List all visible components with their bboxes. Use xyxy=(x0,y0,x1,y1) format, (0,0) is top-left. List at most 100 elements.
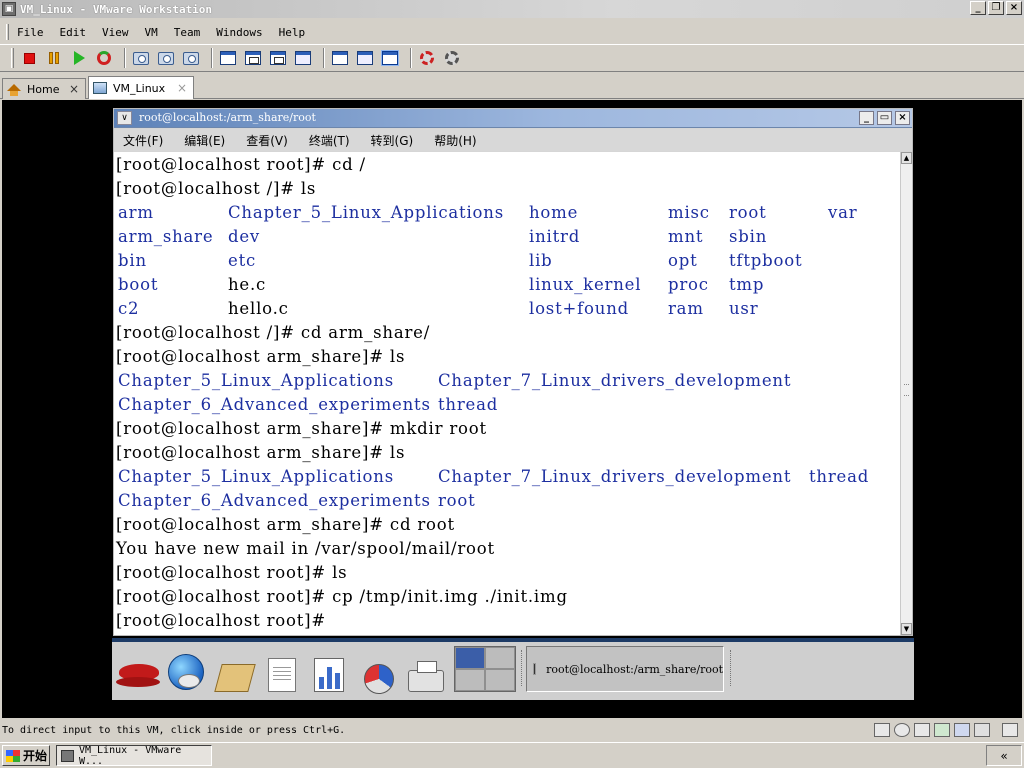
tab-vm-linux-close-icon[interactable]: × xyxy=(177,81,187,95)
snapshot-icon[interactable] xyxy=(131,48,151,68)
terminal-menu-help[interactable]: 帮助(H) xyxy=(434,132,476,149)
network-icon[interactable] xyxy=(934,723,950,737)
window-menu-button[interactable]: ∨ xyxy=(117,111,132,125)
taskbar-item-vmware[interactable]: VM_Linux - VMware W... xyxy=(56,745,212,767)
terminal-maximize-button[interactable]: ▭ xyxy=(877,111,892,125)
terminal-menu-go[interactable]: 转到(G) xyxy=(371,132,414,149)
tab-home-label: Home xyxy=(27,82,60,96)
terminal-text: usr xyxy=(729,299,759,318)
terminal-text: initrd xyxy=(529,227,581,246)
terminal-menu-edit[interactable]: 编辑(E) xyxy=(184,132,225,149)
summary-view-icon[interactable] xyxy=(355,48,375,68)
terminal-text: [root@localhost root]# xyxy=(116,611,333,630)
panel-grip[interactable] xyxy=(521,650,524,686)
menubar-grip[interactable] xyxy=(6,24,9,40)
workspace-switcher[interactable] xyxy=(454,646,516,692)
task-button-terminal[interactable]: root@localhost:/arm_share/root xyxy=(526,646,724,692)
window-controls: _ ❐ × xyxy=(970,1,1022,15)
task-button-label: root@localhost:/arm_share/root xyxy=(546,662,723,676)
scroll-up-arrow-icon[interactable]: ▲ xyxy=(901,152,912,164)
scroll-down-arrow-icon[interactable]: ▼ xyxy=(901,623,912,635)
tab-vm-linux[interactable]: VM_Linux × xyxy=(88,76,194,99)
message-log-icon[interactable] xyxy=(1002,723,1018,737)
sound-icon[interactable] xyxy=(974,723,990,737)
terminal-line: [root@localhost arm_share]# ls xyxy=(116,345,900,369)
usb-icon[interactable] xyxy=(954,723,970,737)
scrollbar-thumb[interactable] xyxy=(904,384,909,396)
revert-snapshot-icon[interactable] xyxy=(156,48,176,68)
tray-expand-button[interactable]: « xyxy=(986,745,1022,766)
toolbar-grip[interactable] xyxy=(11,48,14,68)
spreadsheet-icon[interactable] xyxy=(308,650,352,694)
toolbar-separator xyxy=(211,48,213,68)
menu-team[interactable]: Team xyxy=(174,26,201,39)
menu-edit[interactable]: Edit xyxy=(60,26,87,39)
terminal-close-button[interactable]: × xyxy=(895,111,910,125)
status-bar: To direct input to this VM, click inside… xyxy=(0,720,1024,740)
terminal-titlebar[interactable]: ∨ root@localhost:/arm_share/root _ ▭ × xyxy=(114,109,912,128)
pause-icon[interactable] xyxy=(44,48,64,68)
close-button[interactable]: × xyxy=(1006,1,1022,15)
terminal-window[interactable]: ∨ root@localhost:/arm_share/root _ ▭ × 文… xyxy=(113,108,913,636)
stop-icon[interactable] xyxy=(19,48,39,68)
workspace-4[interactable] xyxy=(486,670,514,690)
tab-home[interactable]: Home × xyxy=(2,78,86,99)
terminal-line: Chapter_6_Advanced_experiments thread xyxy=(116,393,900,417)
vmware-titlebar[interactable]: ▣ VM_Linux - VMware Workstation _ ❐ × xyxy=(0,0,1024,18)
quick-switch-icon[interactable] xyxy=(293,48,313,68)
terminal-line: [root@localhost root]# ls xyxy=(116,561,900,585)
floppy-icon[interactable] xyxy=(914,723,930,737)
terminal-line: [root@localhost arm_share]# mkdir root xyxy=(116,417,900,441)
terminal-text: hello.c xyxy=(228,299,289,318)
terminal-text: [root@localhost arm_share]# ls xyxy=(116,443,406,462)
terminal-output[interactable]: [root@localhost root]# cd / [root@localho… xyxy=(114,152,900,635)
normal-view-icon[interactable] xyxy=(218,48,238,68)
writer-icon[interactable] xyxy=(260,650,304,694)
terminal-text: [root@localhost root]# cd / xyxy=(116,155,366,174)
menu-vm[interactable]: VM xyxy=(145,26,158,39)
web-browser-icon[interactable] xyxy=(164,650,208,694)
terminal-text: dev xyxy=(228,227,261,246)
terminal-text: Chapter_7_Linux_drivers_development xyxy=(438,467,792,486)
cd-rom-icon[interactable] xyxy=(894,723,910,737)
team-settings-icon[interactable] xyxy=(442,48,462,68)
terminal-text: mnt xyxy=(668,227,704,246)
hard-disk-icon[interactable] xyxy=(874,723,890,737)
terminal-menu-view[interactable]: 查看(V) xyxy=(246,132,288,149)
tab-home-close-icon[interactable]: × xyxy=(69,82,79,96)
terminal-text: [root@localhost arm_share]# ls xyxy=(116,347,406,366)
menu-windows[interactable]: Windows xyxy=(216,26,262,39)
workspace-2[interactable] xyxy=(486,648,514,668)
terminal-text: proc xyxy=(668,275,709,294)
minimize-button[interactable]: _ xyxy=(970,1,986,15)
menu-file[interactable]: File xyxy=(17,26,44,39)
terminal-minimize-button[interactable]: _ xyxy=(859,111,874,125)
reset-icon[interactable] xyxy=(94,48,114,68)
guest-display[interactable]: ∨ root@localhost:/arm_share/root _ ▭ × 文… xyxy=(2,100,1022,718)
terminal-menu-terminal[interactable]: 终端(T) xyxy=(309,132,350,149)
full-screen-icon[interactable] xyxy=(243,48,263,68)
print-manager-icon[interactable] xyxy=(404,650,448,694)
menu-help[interactable]: Help xyxy=(279,26,306,39)
panel-grip[interactable] xyxy=(730,650,733,686)
menu-view[interactable]: View xyxy=(102,26,129,39)
appliance-view-icon[interactable] xyxy=(380,48,400,68)
restore-button[interactable]: ❐ xyxy=(988,1,1004,15)
settings-icon[interactable] xyxy=(417,48,437,68)
presentation-icon[interactable] xyxy=(356,650,400,694)
start-button[interactable]: 开始 xyxy=(2,745,50,766)
email-icon[interactable] xyxy=(212,650,256,694)
workspace-3[interactable] xyxy=(456,670,484,690)
terminal-line: bin etc lib opt tftpboot xyxy=(116,249,900,273)
terminal-scrollbar[interactable]: ▲ ▼ xyxy=(900,152,912,635)
unity-icon[interactable] xyxy=(268,48,288,68)
home-icon xyxy=(7,82,21,96)
terminal-text: thread xyxy=(809,467,870,486)
terminal-text: sbin xyxy=(729,227,768,246)
redhat-menu-icon[interactable] xyxy=(116,650,160,694)
workspace-1[interactable] xyxy=(456,648,484,668)
terminal-menu-file[interactable]: 文件(F) xyxy=(123,132,163,149)
snapshot-manager-icon[interactable] xyxy=(181,48,201,68)
console-view-icon[interactable] xyxy=(330,48,350,68)
play-icon[interactable] xyxy=(69,48,89,68)
